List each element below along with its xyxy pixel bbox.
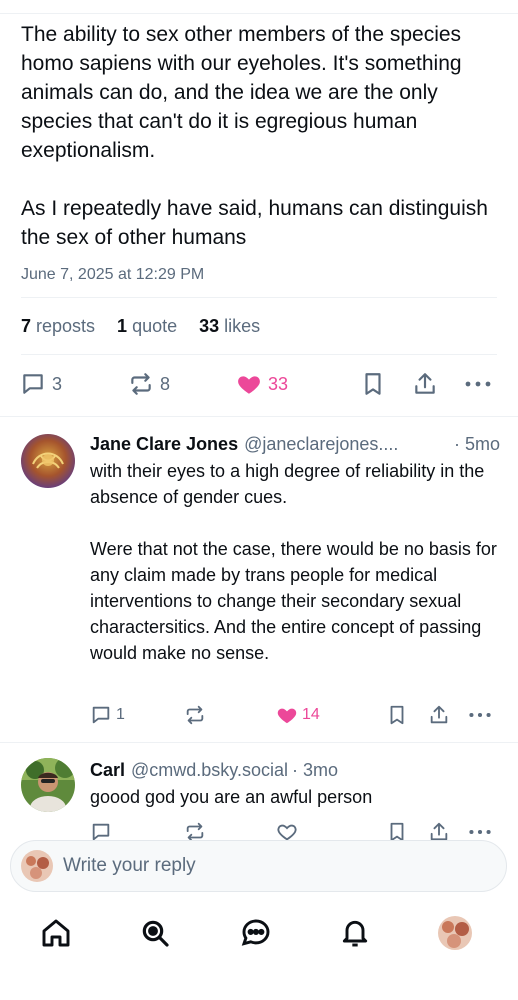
reply-button[interactable]: 1 <box>90 702 125 728</box>
bookmark-button[interactable] <box>386 702 408 728</box>
reply-button[interactable]: 3 <box>20 368 62 400</box>
reply-icon <box>92 706 110 724</box>
reply-text: goood god you are an awful person <box>90 787 373 807</box>
share-icon <box>430 705 448 724</box>
post-time[interactable]: · 3mo <box>292 758 338 782</box>
more-icon <box>465 381 491 387</box>
likes-stat[interactable]: 33 likes <box>199 316 260 337</box>
reply-divider <box>0 742 518 743</box>
author-name[interactable]: Jane Clare Jones <box>90 432 238 456</box>
thread-divider <box>0 416 518 417</box>
bookmark-button[interactable] <box>360 368 386 400</box>
more-button[interactable] <box>464 368 492 400</box>
more-button[interactable] <box>468 702 492 728</box>
home-icon <box>42 919 70 947</box>
author-name[interactable]: Carl <box>90 758 125 782</box>
top-divider <box>0 13 518 14</box>
reply-icon <box>23 374 43 394</box>
heart-icon <box>277 708 297 724</box>
tab-notifications[interactable] <box>338 916 372 950</box>
repost-button[interactable]: 8 <box>128 368 170 400</box>
post-text: The ability to sex other members of the … <box>21 23 488 249</box>
reply-composer[interactable]: Write your reply <box>10 840 507 892</box>
bookmark-icon <box>365 373 381 395</box>
reply-actions: 1 14 <box>90 702 500 728</box>
repost-count: 8 <box>160 373 171 394</box>
composer-placeholder: Write your reply <box>63 855 196 876</box>
tab-chat[interactable] <box>239 916 273 950</box>
reply-body: Jane Clare Jones @janeclarejones.... · 5… <box>90 432 500 666</box>
like-button[interactable]: 14 <box>276 702 320 728</box>
avatar[interactable] <box>21 434 75 488</box>
like-button[interactable]: 33 <box>236 368 288 400</box>
post-actions: 3 8 33 <box>18 368 498 400</box>
repost-icon <box>186 705 204 725</box>
reply-header: Jane Clare Jones @janeclarejones.... · 5… <box>90 432 500 456</box>
reply-text: with their eyes to a high degree of reli… <box>90 461 497 663</box>
reply-count: 3 <box>52 373 63 394</box>
post-stats: 7 reposts 1 quote 33 likes <box>21 297 497 355</box>
repost-button[interactable] <box>184 702 206 728</box>
bell-icon <box>342 920 368 947</box>
chat-icon <box>241 919 270 946</box>
profile-avatar-icon <box>438 916 472 950</box>
author-handle[interactable]: @janeclarejones.... <box>244 432 398 456</box>
heart-icon <box>238 376 260 394</box>
reply-header: Carl @cmwd.bsky.social · 3mo <box>90 758 500 782</box>
quotes-stat[interactable]: 1 quote <box>117 316 177 337</box>
share-icon <box>415 373 435 394</box>
share-button[interactable] <box>428 702 450 728</box>
search-icon <box>142 920 169 947</box>
post-time[interactable]: · 5mo <box>450 432 500 456</box>
share-button[interactable] <box>412 368 438 400</box>
avatar[interactable] <box>21 758 75 812</box>
bottom-tab-bar <box>0 900 518 1000</box>
bookmark-icon <box>390 705 404 725</box>
post-date[interactable]: June 7, 2025 at 12:29 PM <box>21 266 499 284</box>
tab-profile[interactable] <box>438 916 472 950</box>
reposts-stat[interactable]: 7 reposts <box>21 316 95 337</box>
author-handle[interactable]: @cmwd.bsky.social <box>131 758 288 782</box>
like-count: 33 <box>268 373 289 394</box>
main-post: The ability to sex other members of the … <box>21 20 499 284</box>
tab-search[interactable] <box>138 916 172 950</box>
user-avatar <box>21 850 53 882</box>
repost-icon <box>131 373 151 395</box>
more-icon <box>469 712 491 718</box>
tab-home[interactable] <box>39 916 73 950</box>
reply-body: Carl @cmwd.bsky.social · 3mo goood god y… <box>90 758 500 810</box>
